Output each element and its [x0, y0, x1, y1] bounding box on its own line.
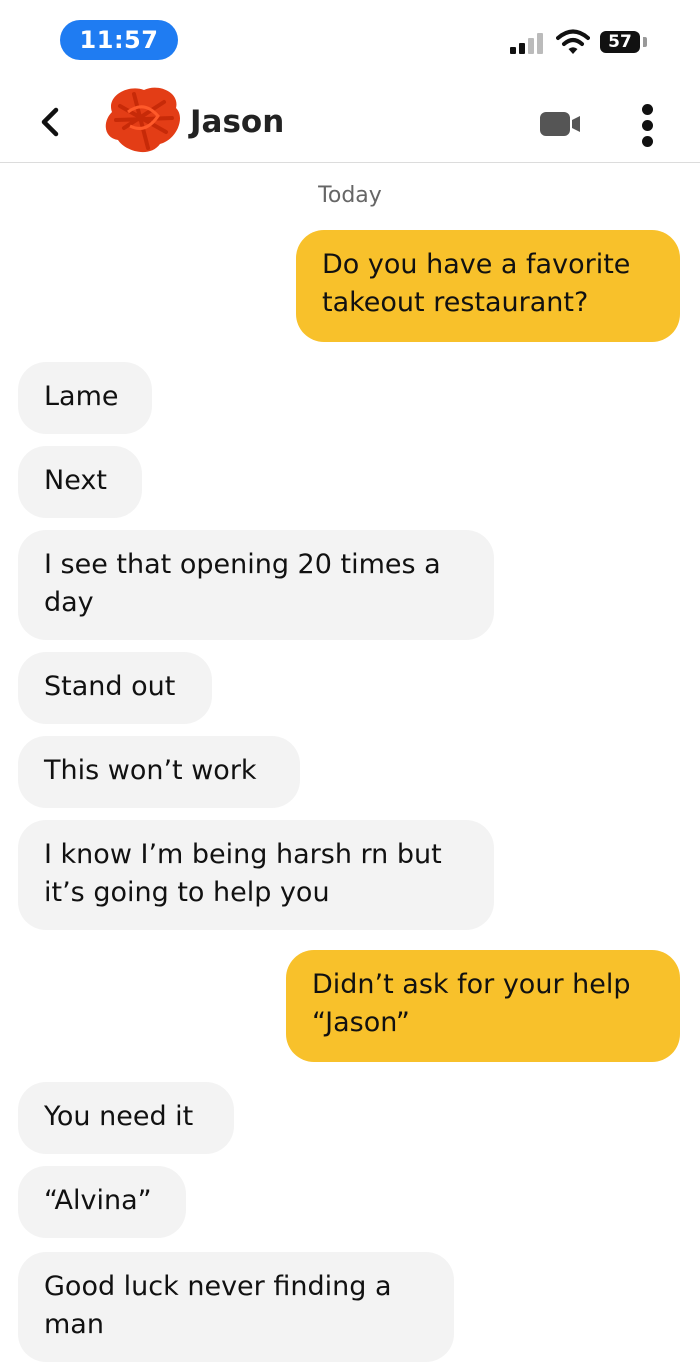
status-time: 11:57: [60, 20, 178, 60]
more-vertical-icon[interactable]: [636, 104, 660, 148]
outgoing-message-bubble[interactable]: Didn’t ask for your help “Jason”: [286, 950, 680, 1062]
video-call-icon[interactable]: [538, 110, 584, 138]
battery-indicator: 57: [600, 31, 640, 53]
back-chevron-icon[interactable]: [30, 102, 70, 142]
incoming-message-bubble[interactable]: I see that opening 20 times a day: [18, 530, 494, 640]
incoming-message-bubble[interactable]: “Alvina”: [18, 1166, 186, 1238]
outgoing-message-bubble[interactable]: Do you have a favorite takeout restauran…: [296, 230, 680, 342]
wifi-icon: [556, 29, 590, 54]
incoming-message-bubble[interactable]: Next: [18, 446, 142, 518]
status-bar: 11:57 57: [0, 0, 700, 80]
contact-name[interactable]: Jason: [190, 104, 284, 140]
incoming-message-bubble[interactable]: Good luck never finding a man: [18, 1252, 454, 1362]
chat-header: Jason: [0, 80, 700, 163]
cellular-signal-icon: [510, 32, 548, 54]
incoming-message-bubble[interactable]: I know I’m being harsh rn but it’s going…: [18, 820, 494, 930]
incoming-message-bubble[interactable]: This won’t work: [18, 736, 300, 808]
date-separator: Today: [318, 183, 382, 208]
incoming-message-bubble[interactable]: You need it: [18, 1082, 234, 1154]
avatar[interactable]: [100, 82, 186, 158]
battery-tip: [643, 37, 647, 47]
incoming-message-bubble[interactable]: Lame: [18, 362, 152, 434]
incoming-message-bubble[interactable]: Stand out: [18, 652, 212, 724]
